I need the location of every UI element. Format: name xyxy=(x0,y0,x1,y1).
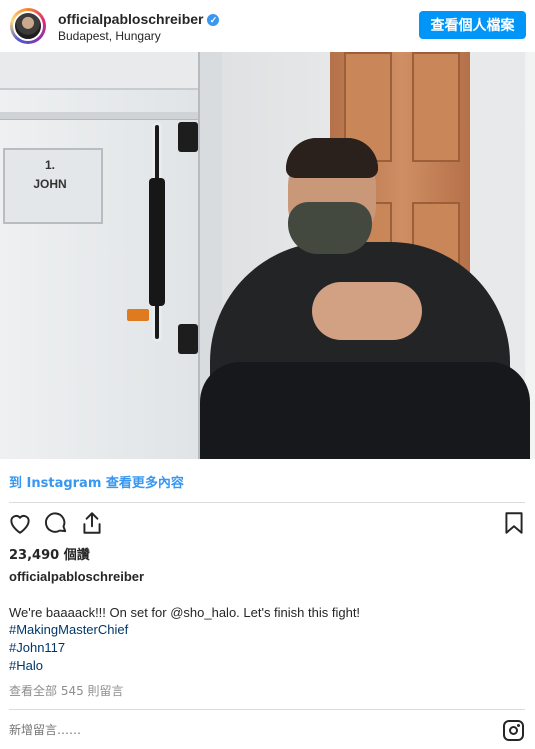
post-photo[interactable]: 1. JOHN xyxy=(0,52,535,459)
comment-icon[interactable] xyxy=(43,510,69,536)
avatar[interactable] xyxy=(10,8,46,44)
instagram-logo-icon[interactable] xyxy=(503,720,524,741)
post-username[interactable]: officialpabloschreiber ✓ xyxy=(58,11,220,27)
verified-badge-icon: ✓ xyxy=(207,14,220,26)
post-location[interactable]: Budapest, Hungary xyxy=(58,29,161,43)
hashtag-link[interactable]: #Halo xyxy=(9,658,43,673)
view-profile-button[interactable]: 查看個人檔案 xyxy=(419,11,526,39)
divider xyxy=(9,709,525,710)
bookmark-icon[interactable] xyxy=(501,510,527,536)
caption-text: We're baaaack!!! On set for @sho_halo. L… xyxy=(9,605,361,620)
username-text[interactable]: officialpabloschreiber xyxy=(58,11,203,27)
add-comment-input[interactable] xyxy=(9,723,409,737)
share-icon[interactable] xyxy=(79,510,105,536)
orange-reflector xyxy=(127,309,149,321)
view-on-instagram-link[interactable]: 到 Instagram 查看更多內容 xyxy=(9,472,184,491)
divider xyxy=(9,502,525,503)
caption-username[interactable]: officialpabloschreiber xyxy=(9,569,144,584)
hashtag-link[interactable]: #John117 xyxy=(9,640,65,655)
view-all-comments-link[interactable]: 查看全部 545 則留言 xyxy=(9,682,124,699)
post-header: officialpabloschreiber ✓ Budapest, Hungar… xyxy=(0,0,535,50)
avatar-image xyxy=(13,11,43,41)
heart-icon[interactable] xyxy=(7,510,33,536)
hashtag-link[interactable]: #MakingMasterChief xyxy=(9,622,128,637)
like-count[interactable]: 23,490 個讚 xyxy=(9,544,90,563)
face-mask xyxy=(288,202,372,254)
door-sign-text: 1. JOHN xyxy=(33,158,67,191)
trailer-door: 1. JOHN xyxy=(0,52,215,459)
person xyxy=(200,138,530,459)
